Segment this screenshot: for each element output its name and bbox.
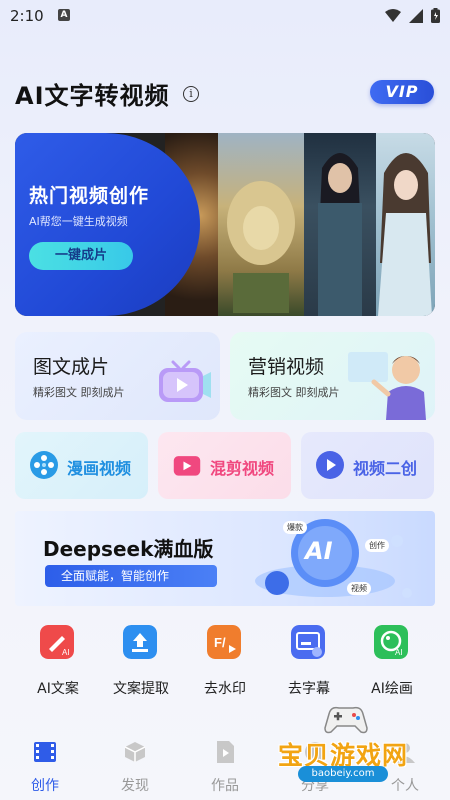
tool-remove-subtitle[interactable]: 去字幕: [264, 620, 354, 700]
card-title: 图文成片: [33, 356, 110, 378]
deepseek-banner[interactable]: Deepseek满血版 全面赋能，智能创作 AI 爆款 创作 视频: [15, 511, 435, 606]
banner-subtitle: AI帮您一键生成视频: [29, 215, 128, 228]
video-play-icon: [173, 456, 201, 476]
status-icons: [385, 8, 440, 23]
tool-remove-watermark[interactable]: F/ 去水印: [180, 620, 270, 700]
page-title: AI文字转视频: [15, 82, 170, 110]
svg-text:F/: F/: [214, 635, 226, 650]
ai-badge-graphic: [255, 519, 412, 598]
watermark-remove-icon: F/: [207, 625, 241, 659]
film-reel-icon: [30, 451, 58, 479]
ai-painting-icon: AI: [374, 625, 408, 659]
presenter-icon: [348, 352, 426, 420]
signal-icon: [409, 8, 423, 23]
ai-copywriting-icon: AI: [40, 625, 74, 659]
tool-ai-painting[interactable]: AI AI绘画: [347, 620, 437, 700]
ai-label: AI: [305, 537, 333, 565]
bubble-label: 视频: [347, 582, 371, 595]
upload-icon: [123, 625, 157, 659]
nav-label: 创作: [31, 778, 59, 794]
card-label: 混剪视频: [210, 459, 275, 478]
banner-image-warrior: [304, 133, 376, 316]
deepseek-title: Deepseek满血版: [43, 537, 214, 561]
tools-row: AI AI文案 文案提取 F/ 去水印 去字幕 AI AI绘画: [0, 620, 450, 700]
banner-image-lion: [218, 133, 304, 316]
banner-image-girl: [376, 133, 435, 316]
document-play-icon: [217, 741, 234, 763]
marketing-video-card[interactable]: 营销视频 精彩图文 即刻成片: [230, 332, 435, 420]
battery-icon: [431, 8, 440, 23]
card-label: 漫画视频: [67, 459, 132, 478]
nav-create[interactable]: 创作: [0, 730, 90, 800]
svg-text:AI: AI: [395, 648, 403, 657]
image-text-video-card[interactable]: 图文成片 精彩图文 即刻成片: [15, 332, 220, 420]
tool-label: 去水印: [204, 681, 246, 697]
tool-label: AI绘画: [371, 681, 413, 697]
watermark-url: baobeiy.com: [298, 766, 388, 782]
gamepad-icon: [324, 706, 368, 734]
svg-text:AI: AI: [62, 648, 70, 657]
one-click-create-button[interactable]: 一键成片: [29, 242, 133, 270]
nav-label: 作品: [211, 778, 239, 794]
notification-icon: A: [58, 9, 70, 21]
play-circle-icon: [316, 451, 344, 479]
site-watermark: 宝贝游戏网 baobeiy.com: [268, 700, 428, 795]
banner-title: 热门视频创作: [29, 185, 150, 207]
film-icon: [34, 742, 56, 762]
mix-cut-video-card[interactable]: 混剪视频: [158, 432, 291, 499]
card-subtitle: 精彩图文 即刻成片: [33, 386, 125, 399]
info-icon[interactable]: i: [183, 86, 199, 102]
tv-icon: [159, 360, 211, 402]
nav-label: 发现: [121, 778, 149, 794]
card-subtitle: 精彩图文 即刻成片: [248, 386, 340, 399]
tool-label: 去字幕: [288, 681, 330, 697]
tool-ai-copywriting[interactable]: AI AI文案: [13, 620, 103, 700]
status-time: 2:10: [10, 7, 44, 25]
card-title: 营销视频: [248, 356, 325, 378]
tool-label: AI文案: [37, 681, 79, 697]
hot-video-banner[interactable]: 热门视频创作 AI帮您一键生成视频 一键成片: [15, 133, 435, 316]
bubble-label: 创作: [365, 539, 389, 552]
video-remix-card[interactable]: 视频二创: [301, 432, 434, 499]
subtitle-remove-icon: [291, 625, 325, 659]
deepseek-tag: 全面赋能，智能创作: [45, 565, 217, 587]
card-label: 视频二创: [353, 459, 418, 478]
status-bar: 2:10 A: [0, 0, 450, 34]
comic-video-card[interactable]: 漫画视频: [15, 432, 148, 499]
cube-icon: [124, 742, 146, 762]
tool-label: 文案提取: [113, 681, 169, 697]
nav-discover[interactable]: 发现: [90, 730, 180, 800]
nav-works[interactable]: 作品: [180, 730, 270, 800]
tool-text-extract[interactable]: 文案提取: [96, 620, 186, 700]
wifi-icon: [385, 8, 401, 22]
bubble-label: 爆款: [283, 521, 307, 534]
vip-button[interactable]: VIP: [370, 80, 434, 104]
